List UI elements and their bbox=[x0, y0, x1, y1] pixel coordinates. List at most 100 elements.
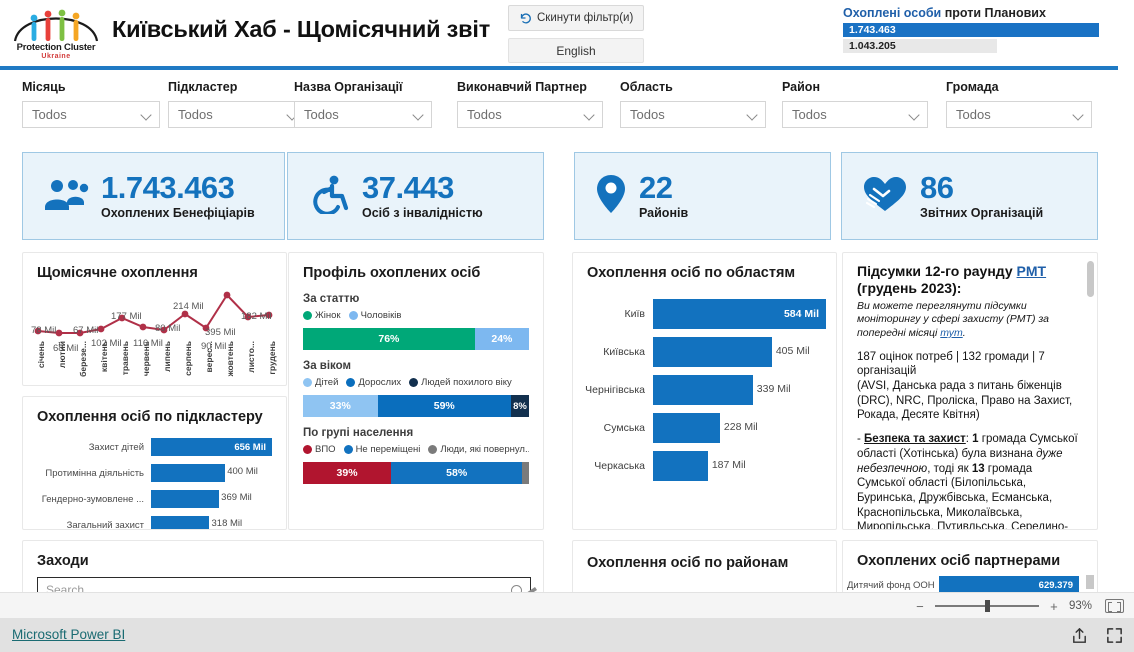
monthly-value-label: 67 Mil bbox=[73, 325, 99, 336]
zoom-in-button[interactable]: + bbox=[1048, 600, 1060, 613]
panel-coverage-by-subcluster[interactable]: Охоплення осіб по підкластеру Захист діт… bbox=[22, 396, 287, 530]
bar-row[interactable]: Черкаська 187 Mil bbox=[579, 447, 826, 485]
logo-subcaption: Ukraine bbox=[41, 53, 71, 60]
bar-category-label: Захист дітей bbox=[88, 441, 144, 453]
bar-row[interactable]: Київ 584 Mil bbox=[579, 295, 826, 333]
previous-months-link[interactable]: тут bbox=[940, 327, 962, 339]
stack-segment[interactable]: 59% bbox=[377, 395, 511, 417]
subcluster-bar-chart[interactable]: Захист дітей 656 Mil Протимінна діяльніс… bbox=[23, 425, 286, 529]
profile-sex-stacked-bar[interactable]: 76% 24% bbox=[303, 328, 529, 350]
kpi-card-disability[interactable]: 37.443 Осіб з інвалідністю bbox=[287, 152, 544, 240]
power-bi-report-viewport: Protection Cluster Ukraine Київський Хаб… bbox=[0, 0, 1134, 652]
people-icon bbox=[43, 177, 89, 216]
partners-bar-chart[interactable]: Дитячий фонд ООН 629.379 bbox=[843, 575, 1097, 592]
panel-coverage-by-rayon-title: Охоплення осіб по районам bbox=[587, 555, 789, 571]
reached-vs-planned-title-highlight: Охоплені особи bbox=[843, 6, 942, 20]
monthly-value-label: 78 Mil bbox=[31, 325, 57, 336]
filter-month-select[interactable]: Todos bbox=[22, 101, 160, 128]
filter-hromada-select[interactable]: Todos bbox=[946, 101, 1092, 128]
legend-item: Жінок bbox=[303, 310, 341, 321]
stack-segment[interactable]: 33% bbox=[303, 395, 378, 417]
legend-label: Не переміщені bbox=[355, 444, 421, 455]
kpi-disability-label: Осіб з інвалідністю bbox=[362, 205, 483, 220]
kpi-card-beneficiaries[interactable]: 1.743.463 Охоплених Бенефіціарів bbox=[22, 152, 285, 240]
legend-label: Дорослих bbox=[358, 377, 402, 388]
partners-scrollbar-thumb[interactable] bbox=[1086, 575, 1094, 589]
fit-to-page-button[interactable] bbox=[1105, 599, 1124, 613]
legend-item: Дорослих bbox=[346, 377, 401, 388]
bar-row[interactable]: Сумська 228 Mil bbox=[579, 409, 826, 447]
kpi-card-rayons[interactable]: 22 Районів bbox=[574, 152, 831, 240]
pmt-link[interactable]: PMT bbox=[1017, 263, 1047, 279]
summary-bullet-bold2: 13 bbox=[971, 462, 985, 475]
reached-target-bar[interactable]: 1.043.205 bbox=[843, 39, 997, 53]
panel-monthly-coverage[interactable]: Щомісячне охоплення 78 Mil 68 Mil 67 Mil… bbox=[22, 252, 287, 386]
oblast-bar-chart[interactable]: Київ 584 Mil Київська 405 Mil Чернігівсь… bbox=[573, 281, 836, 485]
zoom-out-button[interactable]: − bbox=[914, 600, 926, 613]
power-bi-link[interactable]: Microsoft Power BI bbox=[12, 627, 125, 642]
axis-tick-label: жовтень bbox=[225, 341, 235, 377]
axis-tick-label: листо... bbox=[246, 341, 256, 373]
profile-age-legend: Дітей Дорослих Людей похилого віку bbox=[303, 377, 529, 388]
filter-implementing-partner-select[interactable]: Todos bbox=[457, 101, 603, 128]
profile-age-stacked-bar[interactable]: 33% 59% 8% bbox=[303, 395, 529, 417]
page-title: Київський Хаб - Щомісячний звіт bbox=[112, 16, 491, 42]
panel-coverage-by-partner-title: Охоплених осіб партнерами bbox=[857, 553, 1061, 569]
summary-scrollbar-thumb[interactable] bbox=[1087, 261, 1094, 297]
profile-population-stacked-bar[interactable]: 39% 58% bbox=[303, 462, 529, 484]
stack-segment[interactable] bbox=[522, 462, 529, 484]
axis-tick-label: квітень bbox=[99, 341, 109, 373]
resize-grip-icon[interactable] bbox=[523, 585, 537, 592]
chevron-down-icon bbox=[413, 111, 424, 118]
filter-organization-select[interactable]: Todos bbox=[294, 101, 432, 128]
stack-segment[interactable]: 76% bbox=[303, 328, 475, 350]
footer-actions bbox=[1070, 626, 1124, 645]
filter-organization-value: Todos bbox=[304, 107, 339, 122]
axis-tick-label: травень bbox=[120, 341, 130, 376]
bar-row[interactable]: Чернігівська 339 Mil bbox=[579, 371, 826, 409]
stack-segment[interactable]: 58% bbox=[391, 462, 523, 484]
zoom-slider[interactable] bbox=[934, 600, 1039, 613]
filter-rayon-select[interactable]: Todos bbox=[782, 101, 928, 128]
kpi-card-organizations[interactable]: 86 Звітних Організацій bbox=[841, 152, 1098, 240]
panel-coverage-by-subcluster-title: Охоплення осіб по підкластеру bbox=[37, 409, 263, 425]
filter-subcluster-select[interactable]: Todos bbox=[168, 101, 306, 128]
bar-row[interactable]: Гендерно-зумовлене ... 369 Mil bbox=[31, 489, 272, 509]
filter-hromada-label: Громада bbox=[946, 80, 999, 94]
panel-pmt-summary[interactable]: Підсумки 12-го раунду PMT (грудень 2023)… bbox=[842, 252, 1098, 530]
panel-coverage-by-oblast[interactable]: Охоплення осіб по областям Київ 584 Mil … bbox=[572, 252, 837, 530]
activities-search-placeholder: Search bbox=[46, 583, 85, 592]
reached-actual-bar[interactable]: 1.743.463 bbox=[843, 23, 1099, 37]
monthly-coverage-line-chart[interactable]: 78 Mil 68 Mil 67 Mil 102 Mil 177 Mil 116… bbox=[23, 281, 286, 381]
filter-implementing-partner: Виконавчий Партнер Todos bbox=[457, 80, 603, 128]
bar-row[interactable]: Загальний захист 318 Mil bbox=[31, 515, 272, 529]
panel-coverage-by-rayon[interactable]: Охоплення осіб по районам bbox=[572, 540, 837, 592]
stack-segment[interactable]: 24% bbox=[474, 328, 529, 350]
bar-row[interactable]: Протимінна діяльність 400 Mil bbox=[31, 463, 272, 483]
monthly-value-label: 80 Mil bbox=[155, 323, 181, 334]
bar-value-label: 318 Mil bbox=[211, 518, 243, 529]
bar-row[interactable]: Захист дітей 656 Mil bbox=[31, 437, 272, 457]
bar-row[interactable]: Київська 405 Mil bbox=[579, 333, 826, 371]
protection-cluster-logo: Protection Cluster Ukraine bbox=[6, 2, 106, 66]
stack-segment[interactable]: 39% bbox=[303, 462, 392, 484]
filter-organization: Назва Організації Todos bbox=[294, 80, 432, 128]
handshake-icon bbox=[862, 175, 908, 218]
bar-row[interactable]: Дитячий фонд ООН 629.379 bbox=[847, 575, 1079, 592]
activities-search-input[interactable]: Search bbox=[37, 577, 531, 592]
stack-segment[interactable]: 8% bbox=[510, 395, 529, 417]
axis-tick-label: лютий bbox=[57, 341, 67, 369]
zoom-slider-thumb[interactable] bbox=[984, 600, 990, 613]
panel-activities[interactable]: Заходи Search bbox=[22, 540, 544, 592]
legend-swatch-icon bbox=[348, 311, 358, 320]
panel-coverage-by-partner[interactable]: Охоплених осіб партнерами Дитячий фонд О… bbox=[842, 540, 1098, 592]
filter-rayon-label: Район bbox=[782, 80, 820, 94]
share-icon[interactable] bbox=[1070, 626, 1089, 645]
legend-item: Людей похилого віку bbox=[409, 377, 512, 388]
language-toggle-button[interactable]: English bbox=[508, 38, 644, 63]
panel-profile[interactable]: Профіль охоплених осіб За статтю Жінок Ч… bbox=[288, 252, 544, 530]
fullscreen-icon[interactable] bbox=[1105, 626, 1124, 645]
chevron-down-icon bbox=[747, 111, 758, 118]
filter-oblast-select[interactable]: Todos bbox=[620, 101, 766, 128]
reset-filters-button[interactable]: Скинути фільтр(и) bbox=[508, 5, 644, 31]
